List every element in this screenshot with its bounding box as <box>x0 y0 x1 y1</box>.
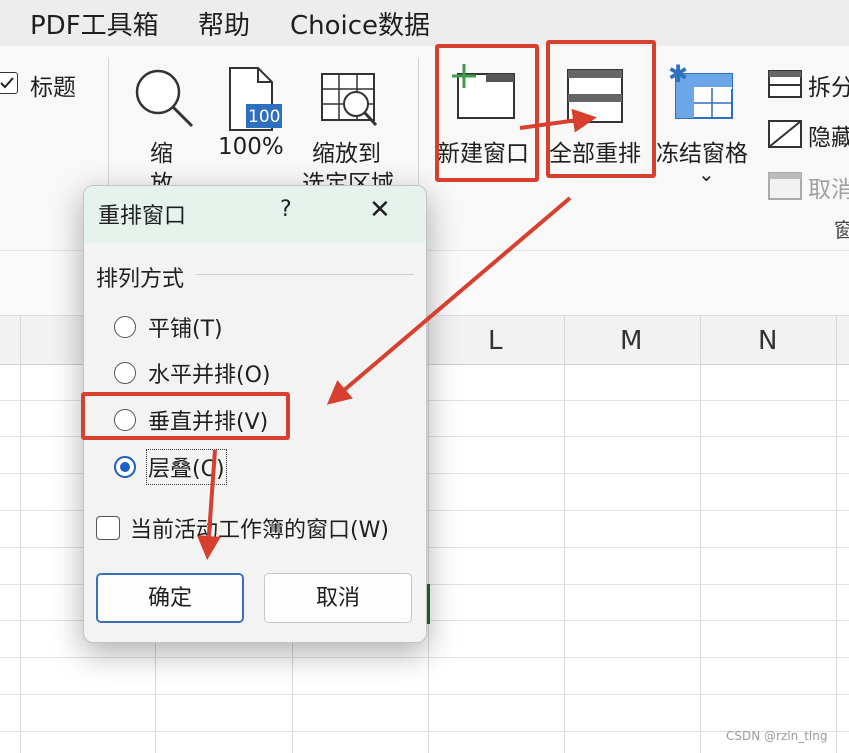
arrow-to-ok-button <box>196 449 221 560</box>
watermark-text: CSDN @rzln_tlng <box>726 729 828 743</box>
arrow-to-arrange-all <box>519 108 597 133</box>
arrow-to-vertical-option <box>326 196 572 405</box>
annotation-arrows <box>196 108 597 560</box>
